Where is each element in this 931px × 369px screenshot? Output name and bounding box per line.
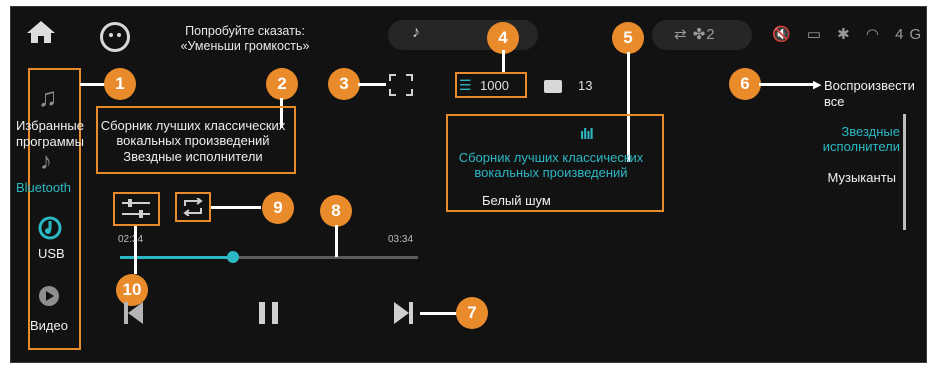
sidebar-item-video[interactable]	[38, 285, 60, 312]
play-all-arrow-icon: ▶	[813, 79, 822, 91]
callout-7-line	[420, 312, 460, 315]
callout-3-badge: 3	[328, 68, 360, 100]
playlist-title: Сборник лучших классических вокальных пр…	[100, 118, 286, 148]
music-notes-icon: ♫	[38, 82, 58, 112]
home-icon[interactable]	[26, 20, 56, 44]
callout-10-line	[134, 226, 137, 274]
callout-7-badge: 7	[456, 297, 488, 329]
callout-4-line	[502, 50, 505, 72]
callout-8-line	[335, 225, 338, 257]
category-active[interactable]: Звездные исполнители	[800, 124, 900, 154]
equalizer-icon: ılıl	[580, 126, 594, 143]
playlist-item-white-noise[interactable]: Белый шум	[482, 193, 551, 208]
sidebar-item-usb-label: USB	[38, 246, 65, 261]
song-list-icon: ☰	[459, 77, 472, 93]
sidebar-item-video-label: Видео	[30, 318, 68, 333]
song-count[interactable]: 1000	[480, 78, 509, 93]
sound-settings-icon[interactable]	[121, 198, 151, 225]
fullscreen-icon[interactable]	[389, 74, 413, 101]
callout-9-badge: 9	[262, 192, 294, 224]
pause-icon[interactable]	[258, 302, 280, 329]
climate-pill[interactable]: ⇄ ✤2	[652, 20, 752, 50]
status-icons: 🔇 ▭ ✱ ◠ 4G	[772, 26, 928, 43]
sidebar-item-favorites-label: Избранные программы	[16, 118, 84, 149]
voice-hint-text: Попробуйте сказать: «Уменьши громкость»	[180, 24, 310, 53]
callout-3-line	[358, 83, 386, 86]
music-note-icon: ♪	[412, 24, 420, 41]
sidebar-item-bluetooth-label: Bluetooth	[16, 180, 71, 195]
callout-6-line	[759, 83, 817, 86]
sidebar-item-usb[interactable]	[38, 216, 62, 245]
bluetooth-music-icon: ♪	[40, 148, 52, 175]
usb-music-icon	[38, 216, 62, 240]
time-total: 03:34	[388, 234, 414, 245]
play-all-button[interactable]: Воспроизвести все	[824, 78, 924, 110]
category-musicians[interactable]: Музыканты	[800, 170, 896, 185]
next-track-icon[interactable]	[394, 302, 414, 329]
previous-track-icon[interactable]	[124, 302, 144, 329]
callout-9-line	[211, 206, 261, 209]
repeat-icon[interactable]	[180, 197, 206, 221]
folder-icon	[544, 80, 562, 93]
callout-2-badge: 2	[266, 68, 298, 100]
category-scrollbar[interactable]	[903, 114, 906, 230]
artist-name: Звездные исполнители	[123, 149, 263, 164]
climate-fan-label: ⇄ ✤2	[674, 26, 716, 43]
callout-5-badge: 5	[612, 22, 644, 54]
callout-1-badge: 1	[104, 68, 136, 100]
video-play-icon	[39, 286, 59, 306]
time-current: 02:34	[118, 234, 144, 245]
callout-6-badge: 6	[729, 68, 761, 100]
voice-assistant-icon[interactable]	[100, 22, 130, 52]
folder-count[interactable]: 13	[578, 78, 592, 93]
playlist-item-active[interactable]: Сборник лучших классических вокальных пр…	[456, 150, 646, 180]
callout-8-badge: 8	[320, 195, 352, 227]
